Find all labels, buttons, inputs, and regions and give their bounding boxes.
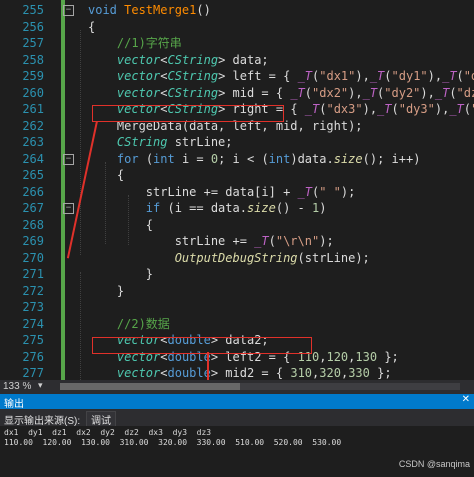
code-text: void TestMerge1() [88,3,211,17]
line-number: 273 [22,300,44,314]
code-text: vector<double> mid2 = { 310,320,330 }; [116,366,392,380]
close-icon[interactable]: ✕ [462,394,470,405]
line-number: 265 [22,168,44,182]
line-number: 269 [22,234,44,248]
code-line[interactable]: 255 − void TestMerge1() [0,2,474,19]
code-text: //1)字符串 [88,36,182,50]
scrollbar-thumb[interactable] [60,383,240,390]
output-toolbar: 显示输出来源(S): 调试 [0,409,474,428]
line-number: 266 [22,184,44,199]
code-text: } [88,283,125,298]
annotation-arrow [207,352,209,380]
code-text: strLine += _T("\r\n"); [88,234,334,248]
line-number: 259 [22,69,44,83]
output-source-label: 显示输出来源(S): [4,416,81,427]
code-line[interactable]: 256 { [0,19,474,36]
line-number: 268 [22,217,44,232]
watermark: CSDN @sanqima [398,459,470,469]
collapse-icon[interactable]: − [63,153,74,165]
line-number: 258 [22,52,44,67]
code-text: vector<CString> data; [116,52,269,67]
code-text: vector<CString> mid = { _T("dx2"),_T("dy… [116,85,474,100]
code-text: { [88,19,96,34]
code-text: CString strLine; [116,135,233,149]
code-text: vector<CString> left = { _T("dx1"),_T("d… [116,69,474,83]
code-line[interactable]: 271 } [0,266,474,283]
code-text: for (int i = 0; i < (int)data.size(); i+… [116,151,421,166]
line-number: 267 [22,201,44,215]
line-number: 262 [22,118,44,133]
code-line[interactable]: 263 CString strLine; [0,134,474,151]
code-text: { [88,217,154,232]
code-text: if (i == data.size() - 1) [145,201,327,215]
line-number: 271 [22,267,44,281]
line-number: 261 [22,102,44,116]
horizontal-scrollbar[interactable] [60,383,460,390]
editor-status-bar: 133 % ▾ [0,380,474,394]
line-number: 274 [22,316,44,331]
line-number: 276 [22,349,44,364]
output-window-title: 输出 ✕ [0,394,474,410]
code-line[interactable]: 265 { [0,167,474,184]
zoom-dropdown-icon[interactable]: ▾ [38,380,43,391]
highlight-box-mergedata-2 [92,337,312,354]
code-line[interactable]: 277 vector<double> mid2 = { 310,320,330 … [0,365,474,380]
collapse-icon[interactable]: − [63,5,74,16]
collapse-icon[interactable]: − [63,203,74,214]
output-line-1: dx1 dy1 dz1 dx2 dy2 dz2 dx3 dy3 dz3 [4,428,212,437]
code-line[interactable]: 259 vector<CString> left = { _T("dx1"),_… [0,68,474,85]
line-number: 270 [22,250,44,265]
highlight-box-mergedata-1 [92,105,284,122]
code-text: strLine += data[i] + _T(" "); [88,184,356,199]
code-editor[interactable]: 255− void TestMerge1() 256{257 //1)字符串 258 … [0,0,474,380]
line-number: 263 [22,135,44,149]
zoom-level[interactable]: 133 % [3,381,31,392]
code-line[interactable]: 258 vector<CString> data; [0,52,474,69]
code-line[interactable]: 264 − for (int i = 0; i < (int)data.size(… [0,151,474,168]
code-line[interactable]: 260 vector<CString> mid = { _T("dx2"),_T… [0,85,474,102]
line-number: 272 [22,283,44,298]
code-line[interactable]: 268 { [0,217,474,234]
code-text: { [88,168,125,182]
line-number: 255 [22,3,44,17]
code-line[interactable]: 266 strLine += data[i] + _T(" "); [0,184,474,201]
line-number: 256 [22,19,44,34]
code-line[interactable]: 272 } [0,283,474,300]
line-number: 257 [22,36,44,50]
code-line[interactable]: 274 //2)数据 [0,316,474,333]
line-number: 277 [22,366,44,380]
code-line[interactable]: 270 OutputDebugString(strLine); [0,250,474,267]
output-pane[interactable]: dx1 dy1 dz1 dx2 dy2 dz2 dx3 dy3 dz3 110.… [0,426,474,477]
line-number: 264 [22,151,44,166]
line-number: 260 [22,85,44,100]
code-text: } [88,267,154,281]
code-line[interactable]: 273 [0,299,474,316]
output-line-2: 110.00 120.00 130.00 310.00 320.00 330.0… [4,438,342,447]
code-text: OutputDebugString(strLine); [174,250,370,265]
line-number: 275 [22,333,44,347]
code-text: //2)数据 [88,316,170,331]
code-line[interactable]: 257 //1)字符串 [0,35,474,52]
code-line[interactable]: 267 − if (i == data.size() - 1) [0,200,474,217]
output-title: 输出 [4,399,24,410]
